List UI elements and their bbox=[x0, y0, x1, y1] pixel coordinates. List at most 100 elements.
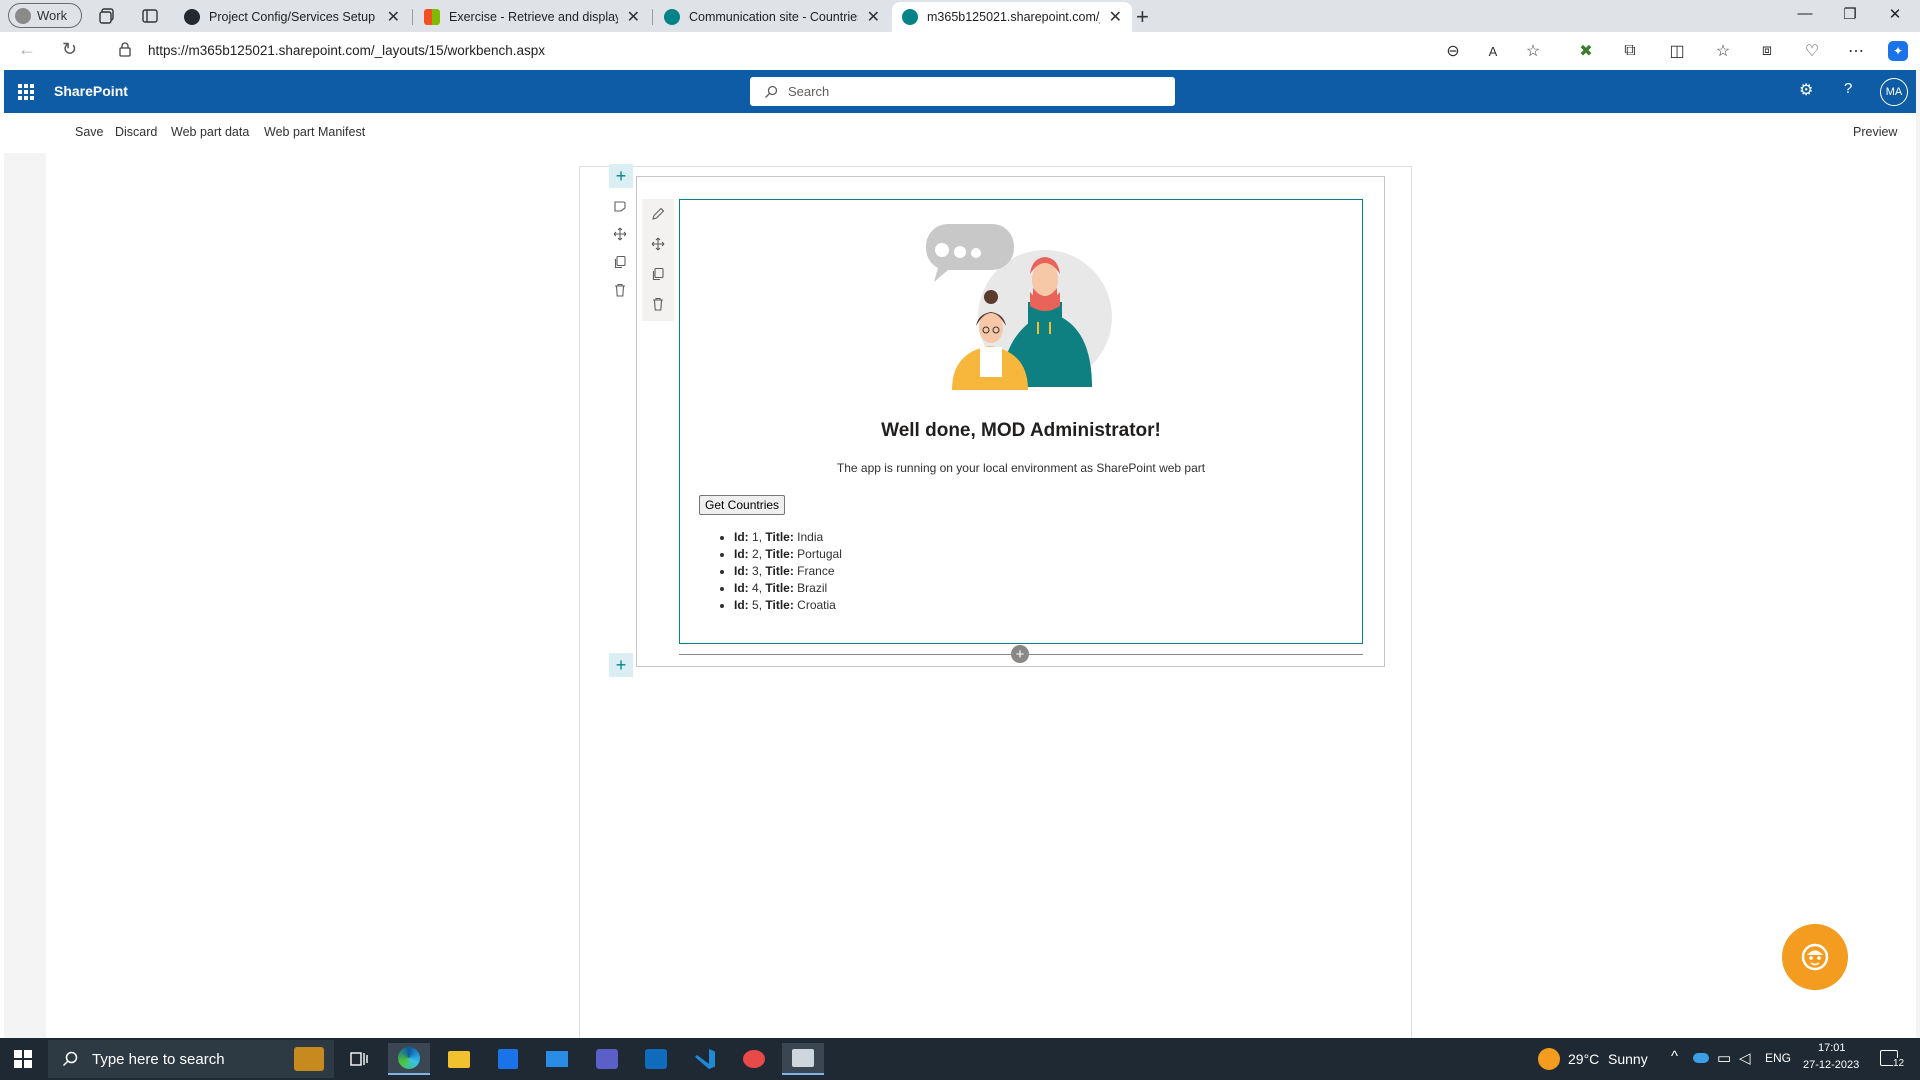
search-icon bbox=[765, 85, 778, 98]
tab-close-icon[interactable]: ✕ bbox=[1109, 7, 1122, 27]
favorite-star-icon[interactable]: ☆ bbox=[1523, 41, 1543, 61]
profile-button[interactable]: Work bbox=[8, 3, 82, 28]
close-window-button[interactable]: ✕ bbox=[1885, 5, 1905, 23]
search-box[interactable]: Search bbox=[750, 77, 1175, 106]
clock-date[interactable]: 27-12-2023 bbox=[1803, 1059, 1859, 1071]
browser-essentials-icon[interactable]: ♡ bbox=[1802, 41, 1822, 61]
workspaces-icon[interactable] bbox=[98, 7, 116, 25]
weather-condition[interactable]: Sunny bbox=[1608, 1051, 1648, 1067]
help-icon[interactable]: ? bbox=[1844, 80, 1852, 97]
tab-communication-site[interactable]: Communication site - Countries ✕ bbox=[654, 2, 890, 32]
extension-icon[interactable]: ✖ bbox=[1576, 41, 1596, 61]
windows-taskbar: Type here to search 29°C Sunny ^ ▭ ◁ ENG… bbox=[0, 1038, 1920, 1080]
chat-assistant-button[interactable] bbox=[1782, 924, 1848, 990]
sharepoint-suite-bar: SharePoint Search ⚙ ? MA bbox=[4, 70, 1916, 113]
tab-workbench[interactable]: m365b125021.sharepoint.com/_l ✕ bbox=[892, 2, 1132, 32]
split-screen-icon[interactable]: ◫ bbox=[1667, 41, 1687, 61]
microsoft-icon bbox=[424, 9, 440, 25]
save-button[interactable]: Save bbox=[75, 125, 104, 139]
duplicate-web-part-icon[interactable] bbox=[642, 259, 674, 289]
copilot-icon[interactable]: ✦ bbox=[1888, 41, 1908, 61]
vscode-icon[interactable] bbox=[684, 1043, 726, 1075]
address-bar-url[interactable]: https://m365b125021.sharepoint.com/_layo… bbox=[148, 43, 545, 58]
discard-button[interactable]: Discard bbox=[115, 125, 157, 139]
browser-tab-strip: Work Project Config/Services Setup - P ✕… bbox=[0, 0, 1920, 32]
search-placeholder: Search bbox=[788, 84, 830, 99]
preview-button[interactable]: Preview bbox=[1853, 125, 1897, 139]
collections-icon[interactable]: ⧈ bbox=[1757, 41, 1777, 61]
favorites-icon[interactable]: ☆ bbox=[1713, 41, 1733, 61]
get-countries-button[interactable]: Get Countries bbox=[699, 495, 786, 515]
section-toolbar bbox=[608, 194, 634, 304]
volume-muted-icon[interactable]: ◁ bbox=[1739, 1049, 1751, 1067]
microsoft-store-icon[interactable] bbox=[487, 1043, 529, 1075]
tab-close-icon[interactable]: ✕ bbox=[387, 7, 400, 27]
welcome-heading: Well done, MOD Administrator! bbox=[881, 420, 1161, 441]
zoom-out-icon[interactable]: ⊖ bbox=[1443, 41, 1463, 61]
file-explorer-icon[interactable] bbox=[438, 1043, 480, 1075]
app-window-icon[interactable] bbox=[782, 1043, 824, 1075]
edit-section-icon[interactable] bbox=[608, 194, 632, 218]
list-item: Id: 2, Title: Portugal bbox=[734, 546, 842, 563]
more-menu-icon[interactable]: ⋯ bbox=[1846, 41, 1866, 61]
profile-label: Work bbox=[37, 8, 68, 23]
tab-close-icon[interactable]: ✕ bbox=[867, 7, 880, 27]
add-web-part-button[interactable]: + bbox=[1011, 645, 1029, 663]
tab-exercise[interactable]: Exercise - Retrieve and display lis ✕ bbox=[414, 2, 650, 32]
teams-icon[interactable] bbox=[586, 1043, 628, 1075]
list-item: Id: 4, Title: Brazil bbox=[734, 580, 842, 597]
web-part-toolbar bbox=[642, 199, 674, 321]
left-gutter bbox=[4, 153, 46, 1038]
right-gutter bbox=[1916, 70, 1920, 1038]
refresh-icon[interactable]: ↻ bbox=[62, 39, 77, 60]
new-tab-button[interactable]: + bbox=[1136, 4, 1149, 30]
chevron-up-icon[interactable]: ^ bbox=[1671, 1048, 1678, 1065]
read-aloud-icon[interactable]: A bbox=[1483, 41, 1503, 61]
outlook-icon[interactable] bbox=[635, 1043, 677, 1075]
sharepoint-icon bbox=[902, 9, 918, 25]
clock-time[interactable]: 17:01 bbox=[1818, 1042, 1846, 1054]
taskbar-search-box[interactable]: Type here to search bbox=[48, 1040, 334, 1078]
avatar[interactable]: MA bbox=[1880, 78, 1908, 106]
task-view-icon[interactable] bbox=[338, 1043, 380, 1075]
duplicate-section-icon[interactable] bbox=[608, 250, 632, 274]
web-part-manifest-button[interactable]: Web part Manifest bbox=[264, 125, 365, 139]
profile-avatar-icon bbox=[15, 7, 31, 24]
delete-web-part-icon[interactable] bbox=[642, 289, 674, 319]
restore-button[interactable]: ❐ bbox=[1840, 5, 1860, 23]
taskbar-search-placeholder: Type here to search bbox=[92, 1050, 225, 1068]
tab-title: Project Config/Services Setup - P bbox=[209, 10, 378, 24]
extensions-puzzle-icon[interactable]: ⧉ bbox=[1620, 41, 1640, 61]
input-language[interactable]: ENG bbox=[1765, 1051, 1791, 1065]
windows-start-icon[interactable] bbox=[14, 1050, 32, 1068]
weather-temperature[interactable]: 29°C bbox=[1568, 1051, 1599, 1067]
tab-project-config[interactable]: Project Config/Services Setup - P ✕ bbox=[174, 2, 410, 32]
add-section-button[interactable]: + bbox=[609, 653, 633, 677]
delete-section-icon[interactable] bbox=[608, 278, 632, 302]
weather-sun-icon[interactable] bbox=[1538, 1048, 1560, 1070]
tab-title: m365b125021.sharepoint.com/_l bbox=[927, 10, 1100, 24]
chat-bot-icon bbox=[1801, 943, 1829, 971]
edge-browser-icon[interactable] bbox=[388, 1043, 430, 1075]
tab-title: Exercise - Retrieve and display lis bbox=[449, 10, 618, 24]
snipping-tool-icon[interactable] bbox=[733, 1043, 775, 1075]
search-icon bbox=[62, 1051, 78, 1067]
onedrive-icon[interactable] bbox=[1693, 1053, 1709, 1063]
add-section-button[interactable]: + bbox=[609, 164, 633, 188]
tab-close-icon[interactable]: ✕ bbox=[627, 7, 640, 27]
app-name[interactable]: SharePoint bbox=[54, 83, 128, 99]
edit-pencil-icon[interactable] bbox=[642, 199, 674, 229]
back-arrow-icon[interactable]: ← bbox=[18, 39, 36, 60]
gear-icon[interactable]: ⚙ bbox=[1799, 80, 1813, 100]
move-web-part-icon[interactable] bbox=[642, 229, 674, 259]
app-launcher-icon[interactable] bbox=[18, 84, 34, 100]
mail-icon[interactable] bbox=[536, 1043, 578, 1075]
web-part-data-button[interactable]: Web part data bbox=[171, 125, 249, 139]
countries-list: Id: 1, Title: India Id: 2, Title: Portug… bbox=[734, 529, 842, 614]
network-icon[interactable]: ▭ bbox=[1717, 1049, 1731, 1067]
tab-actions-icon[interactable] bbox=[141, 7, 159, 25]
move-section-icon[interactable] bbox=[608, 222, 632, 246]
lock-icon[interactable] bbox=[118, 41, 132, 57]
minimize-button[interactable]: — bbox=[1795, 5, 1815, 22]
list-item: Id: 5, Title: Croatia bbox=[734, 597, 842, 614]
